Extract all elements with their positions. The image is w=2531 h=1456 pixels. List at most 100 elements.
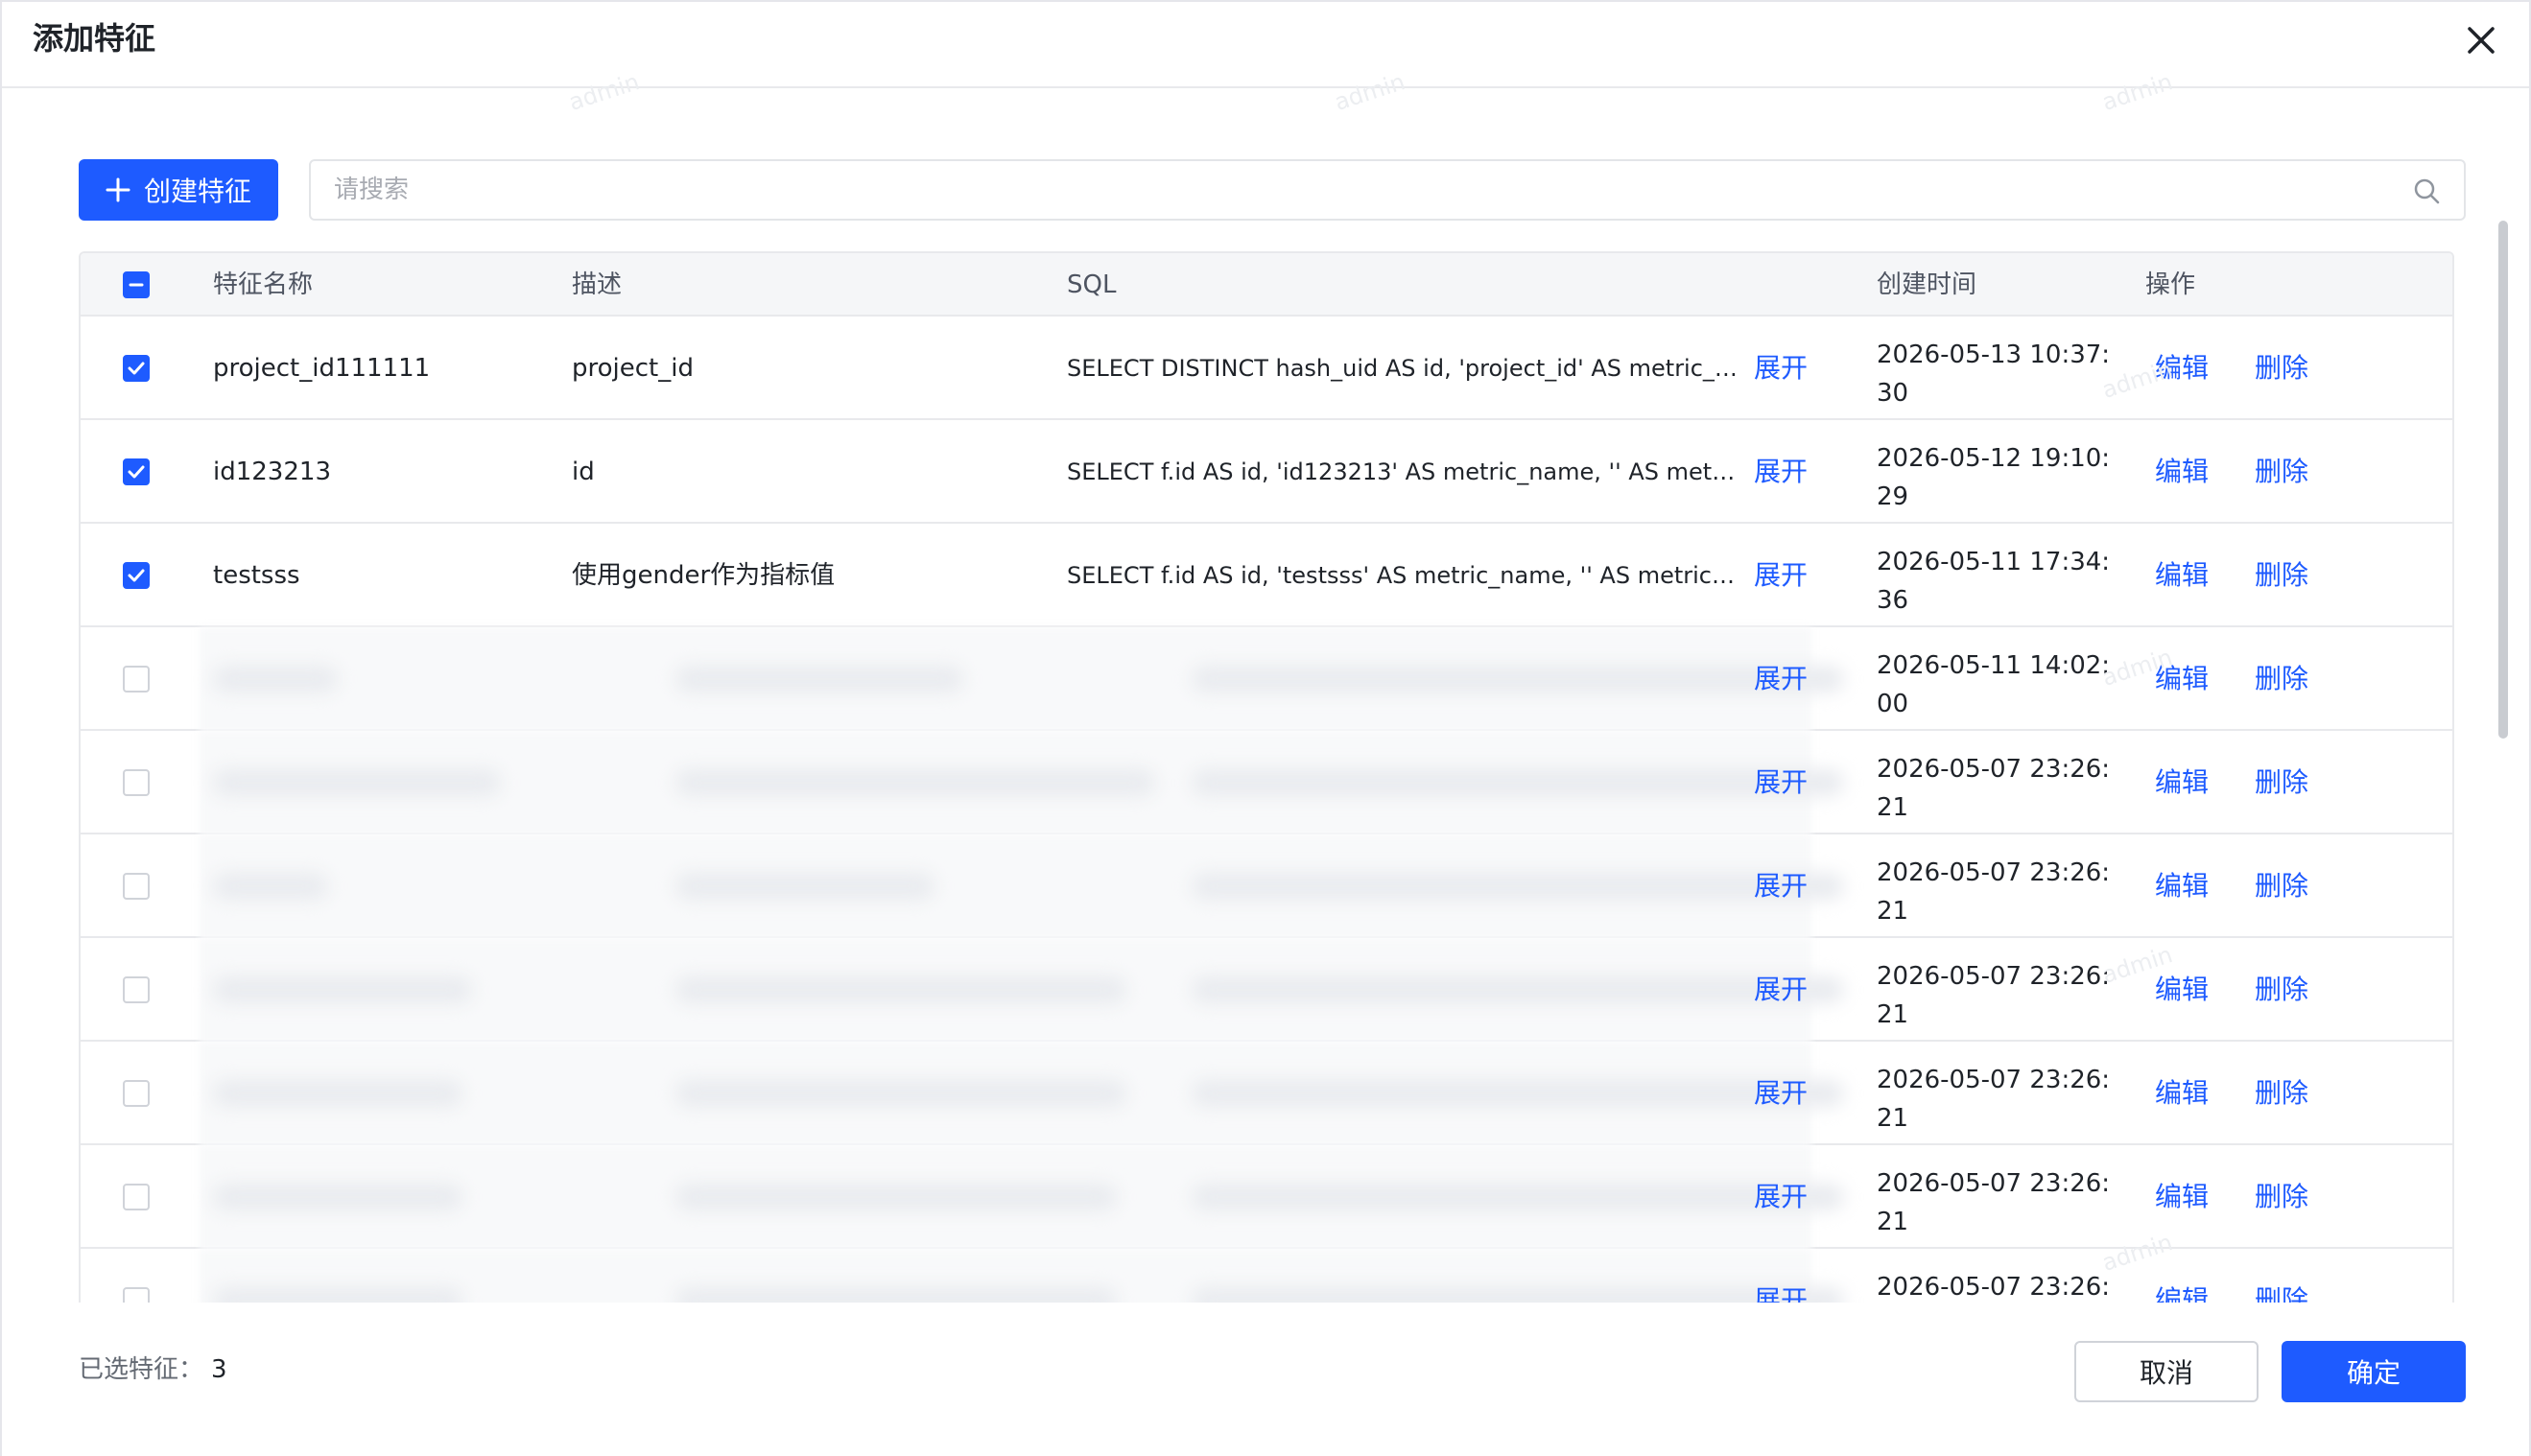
row-created-time: 2026-05-07 23:26:21 [1877, 1169, 2111, 1236]
feature-table: 特征名称 描述 SQL 创建时间 操作 project_id111111 proj… [79, 251, 2454, 1303]
row-checkbox[interactable] [123, 1184, 150, 1210]
redacted-text [675, 976, 1126, 1003]
row-checkbox[interactable] [123, 976, 150, 1003]
check-icon [128, 362, 145, 375]
redacted-text [675, 1080, 1126, 1107]
confirm-button[interactable]: 确定 [2282, 1341, 2466, 1402]
table-row: 展开 2026-05-07 23:26: 编辑 删除 [81, 1249, 2452, 1303]
expand-link[interactable]: 展开 [1754, 1145, 1808, 1249]
close-button[interactable] [2458, 17, 2504, 63]
row-name: id123213 [213, 458, 331, 486]
redacted-text [213, 666, 338, 693]
search-box [309, 159, 2466, 221]
check-icon [128, 465, 145, 479]
table-row: id123213 id SELECT f.id AS id, 'id123213' … [81, 420, 2452, 524]
selected-count-value: 3 [211, 1355, 227, 1384]
expand-link[interactable]: 展开 [1754, 1042, 1808, 1145]
row-created-time: 2026-05-11 14:02:00 [1877, 651, 2111, 718]
toolbar: 创建特征 [79, 157, 2466, 221]
dialog-footer: 已选特征： 3 取消 确定 [2, 1303, 2529, 1456]
search-input[interactable] [334, 161, 2349, 219]
edit-link[interactable]: 编辑 [2155, 731, 2209, 834]
edit-link[interactable]: 编辑 [2155, 834, 2209, 938]
scrollbar-thumb[interactable] [2498, 221, 2508, 739]
row-sql [1067, 1145, 1739, 1249]
redacted-text [213, 1080, 462, 1107]
header-ops: 操作 [2145, 270, 2196, 299]
row-name: project_id111111 [213, 354, 431, 383]
edit-link[interactable]: 编辑 [2155, 317, 2209, 420]
delete-link[interactable]: 删除 [2255, 1042, 2308, 1145]
row-sql [1067, 731, 1739, 834]
edit-link[interactable]: 编辑 [2155, 627, 2209, 731]
table-row: 展开 2026-05-07 23:26:21 编辑 删除 [81, 731, 2452, 834]
row-name: testsss [213, 561, 300, 590]
header-time: 创建时间 [1877, 270, 1977, 299]
edit-link[interactable]: 编辑 [2155, 938, 2209, 1042]
delete-link[interactable]: 删除 [2255, 420, 2308, 524]
row-sql: SELECT f.id AS id, 'testsss' AS metric_n… [1067, 562, 1739, 589]
row-created-time: 2026-05-11 17:34:36 [1877, 548, 2111, 615]
search-icon[interactable] [2412, 176, 2441, 205]
delete-link[interactable]: 删除 [2255, 834, 2308, 938]
row-created-time: 2026-05-12 19:10:29 [1877, 444, 2111, 511]
table-row: 展开 2026-05-07 23:26:21 编辑 删除 [81, 1042, 2452, 1145]
edit-link[interactable]: 编辑 [2155, 420, 2209, 524]
expand-link[interactable]: 展开 [1754, 731, 1808, 834]
edit-link[interactable]: 编辑 [2155, 1042, 2209, 1145]
row-checkbox[interactable] [123, 666, 150, 693]
row-checkbox[interactable] [123, 873, 150, 900]
expand-link[interactable]: 展开 [1754, 420, 1808, 524]
row-sql [1067, 938, 1739, 1042]
delete-link[interactable]: 删除 [2255, 627, 2308, 731]
add-feature-dialog: 添加特征 创建特征 请搜索 特征名称 描述 SQL 创建时间 操作 projec… [0, 0, 2531, 1456]
row-checkbox[interactable] [123, 355, 150, 382]
header-desc: 描述 [572, 270, 623, 299]
redacted-text [675, 1287, 1117, 1303]
row-desc: id [572, 458, 595, 486]
row-created-time: 2026-05-13 10:37:30 [1877, 341, 2111, 408]
expand-link[interactable]: 展开 [1754, 834, 1808, 938]
delete-link[interactable]: 删除 [2255, 1145, 2308, 1249]
create-feature-label: 创建特征 [143, 176, 251, 207]
delete-link[interactable]: 删除 [2255, 317, 2308, 420]
redacted-text [675, 666, 963, 693]
delete-link[interactable]: 删除 [2255, 524, 2308, 627]
expand-link[interactable]: 展开 [1754, 938, 1808, 1042]
dialog-title: 添加特征 [33, 20, 156, 57]
expand-link[interactable]: 展开 [1754, 317, 1808, 420]
row-checkbox[interactable] [123, 562, 150, 589]
redacted-text [675, 1184, 1117, 1210]
close-icon [2468, 27, 2495, 54]
table-row: 展开 2026-05-07 23:26:21 编辑 删除 [81, 938, 2452, 1042]
redacted-text [675, 873, 934, 900]
delete-link[interactable]: 删除 [2255, 1249, 2308, 1303]
row-sql [1067, 1042, 1739, 1145]
row-checkbox[interactable] [123, 1080, 150, 1107]
create-feature-button[interactable]: 创建特征 [79, 159, 278, 221]
row-created-time: 2026-05-07 23:26: [1877, 1273, 2111, 1302]
dialog-header: 添加特征 [2, 2, 2529, 88]
expand-link[interactable]: 展开 [1754, 627, 1808, 731]
table-row: testsss 使用gender作为指标值 SELECT f.id AS id, '… [81, 524, 2452, 627]
delete-link[interactable]: 删除 [2255, 731, 2308, 834]
row-checkbox[interactable] [123, 769, 150, 796]
row-sql [1067, 627, 1739, 731]
plus-icon [106, 177, 130, 202]
cancel-button[interactable]: 取消 [2074, 1341, 2259, 1402]
expand-link[interactable]: 展开 [1754, 1249, 1808, 1303]
edit-link[interactable]: 编辑 [2155, 1145, 2209, 1249]
expand-link[interactable]: 展开 [1754, 524, 1808, 627]
row-checkbox[interactable] [123, 458, 150, 485]
check-icon [128, 569, 145, 582]
row-checkbox[interactable] [123, 1287, 150, 1303]
edit-link[interactable]: 编辑 [2155, 524, 2209, 627]
row-sql [1067, 834, 1739, 938]
select-all-checkbox[interactable] [123, 271, 150, 298]
delete-link[interactable]: 删除 [2255, 938, 2308, 1042]
edit-link[interactable]: 编辑 [2155, 1249, 2209, 1303]
table-row: project_id111111 project_id SELECT DISTINC… [81, 317, 2452, 420]
header-sql: SQL [1067, 270, 1117, 299]
redacted-text [213, 1184, 462, 1210]
minus-icon [129, 283, 144, 287]
